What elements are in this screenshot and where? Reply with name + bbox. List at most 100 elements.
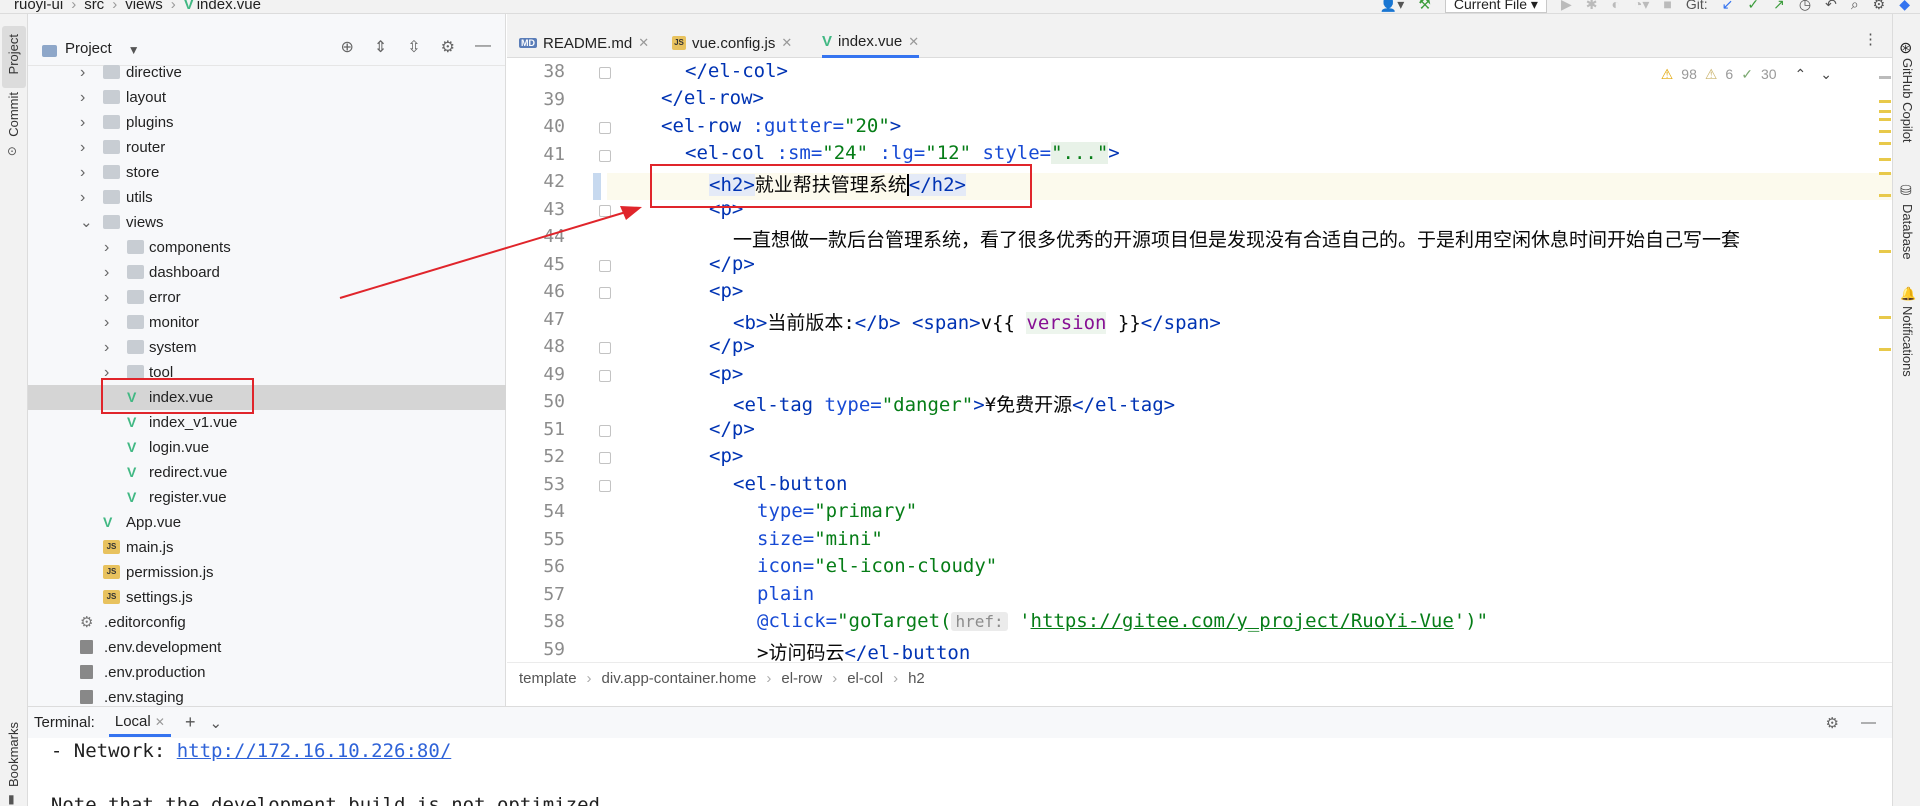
line-number[interactable]: 41 <box>521 144 565 165</box>
collapsed-region[interactable]: "..." <box>1051 142 1109 164</box>
tree-item[interactable]: › system <box>28 335 506 360</box>
notifications-tool-label[interactable]: Notifications <box>1900 306 1915 377</box>
tree-item[interactable]: Vindex_v1.vue <box>28 410 506 435</box>
line-number[interactable]: 59 <box>521 639 565 660</box>
tree-item[interactable]: › dashboard <box>28 260 506 285</box>
tree-item[interactable]: JS settings.js <box>28 585 506 610</box>
git-commit-icon[interactable]: ✓ <box>1747 0 1759 13</box>
options-gear-icon[interactable]: ⚙ <box>441 37 455 57</box>
add-terminal-icon[interactable]: + <box>185 712 196 733</box>
chevron-right-icon[interactable]: › <box>80 160 85 185</box>
chevron-right-icon[interactable]: › <box>80 85 85 110</box>
tree-item[interactable]: Vindex.vue <box>28 385 506 410</box>
breadcrumb-el-col[interactable]: el-col <box>847 670 883 687</box>
chevron-right-icon[interactable]: › <box>80 60 85 85</box>
profile-icon[interactable]: ◔▾ <box>1634 0 1649 13</box>
run-config-select[interactable]: Current File ▾ <box>1444 0 1547 13</box>
tab-readme[interactable]: MD README.md ✕ <box>519 28 649 58</box>
tree-item[interactable]: Vlogin.vue <box>28 435 506 460</box>
commit-tool-label[interactable]: Commit <box>6 92 21 137</box>
nav-crumb-project[interactable]: ruoyi-ui <box>14 0 63 13</box>
bookmark-icon[interactable]: ▮ <box>8 792 15 806</box>
fold-marker-icon[interactable] <box>599 342 611 354</box>
tree-item[interactable]: › router <box>28 135 506 160</box>
history-icon[interactable]: ◷ <box>1799 0 1811 13</box>
fold-marker-icon[interactable] <box>599 149 611 162</box>
fold-marker-icon[interactable] <box>599 67 611 79</box>
line-number[interactable]: 49 <box>521 364 565 385</box>
line-number[interactable]: 44 <box>521 226 565 247</box>
database-icon[interactable]: ⛁ <box>1900 182 1912 199</box>
chevron-down-icon[interactable]: ⌄ <box>80 210 93 235</box>
breadcrumb-div[interactable]: div.app-container.home <box>602 670 757 687</box>
terminal-link[interactable]: http://172.16.10.226:80/ <box>177 740 452 762</box>
fold-marker-icon[interactable] <box>599 287 611 299</box>
stop-icon[interactable]: ■ <box>1663 0 1671 12</box>
inspection-widget[interactable]: ⚠ 98 ⚠ 6 ✓ 30 ⌃ ⌄ <box>1661 66 1832 83</box>
hide-panel-icon[interactable]: — <box>1861 714 1876 732</box>
nav-crumb-views[interactable]: views <box>125 0 163 13</box>
close-icon[interactable]: ✕ <box>908 34 919 50</box>
close-icon[interactable]: ✕ <box>781 35 792 51</box>
tab-vue-config[interactable]: JS vue.config.js ✕ <box>672 28 792 58</box>
fold-marker-icon[interactable] <box>599 369 611 382</box>
chevron-right-icon[interactable]: › <box>80 135 85 160</box>
commit-icon[interactable]: ⊙ <box>7 144 17 158</box>
tree-item[interactable]: › components <box>28 235 506 260</box>
fold-marker-icon[interactable] <box>599 424 611 437</box>
user-icon[interactable]: 👤▾ <box>1380 0 1404 13</box>
tree-item[interactable]: .env.production <box>28 660 506 685</box>
coverage-icon[interactable]: ◐ <box>1611 0 1619 12</box>
terminal-tab-local[interactable]: Local ✕ <box>108 709 171 737</box>
copilot-tool-label[interactable]: GitHub Copilot <box>1900 58 1915 143</box>
fold-marker-icon[interactable] <box>599 204 611 217</box>
tree-item[interactable]: ⌄ views <box>28 210 506 235</box>
tree-item[interactable]: › layout <box>28 85 506 110</box>
line-number[interactable]: 50 <box>521 391 565 412</box>
project-panel-title[interactable]: Project <box>65 40 112 57</box>
chevron-right-icon[interactable]: › <box>80 185 85 210</box>
line-number[interactable]: 43 <box>521 199 565 220</box>
fold-marker-icon[interactable] <box>599 452 611 464</box>
tree-item[interactable]: › tool <box>28 360 506 385</box>
tree-item[interactable]: › plugins <box>28 110 506 135</box>
search-icon[interactable]: ⌕ <box>1851 0 1859 13</box>
code-link[interactable]: https://gitee.com/y_project/RuoYi-Vue <box>1031 610 1454 632</box>
nav-crumb-src[interactable]: src <box>84 0 104 13</box>
line-number[interactable]: 56 <box>521 556 565 577</box>
settings-gear-icon[interactable]: ⚙ <box>1873 0 1886 13</box>
breadcrumb-el-row[interactable]: el-row <box>781 670 822 687</box>
git-push-icon[interactable]: ↗ <box>1773 0 1785 13</box>
bell-icon[interactable]: 🔔 <box>1900 286 1916 302</box>
line-number[interactable]: 46 <box>521 281 565 302</box>
nav-crumb-file[interactable]: Vindex.vue <box>184 0 261 13</box>
line-number[interactable]: 58 <box>521 611 565 632</box>
tree-item[interactable]: › store <box>28 160 506 185</box>
rollback-icon[interactable]: ↶ <box>1825 0 1837 13</box>
tree-item[interactable]: › directive <box>28 60 506 85</box>
hide-panel-icon[interactable]: — <box>475 37 491 57</box>
fold-marker-icon[interactable] <box>599 122 611 134</box>
tree-item[interactable]: › monitor <box>28 310 506 335</box>
locate-target-icon[interactable]: ⊕ <box>340 37 353 57</box>
code-editor[interactable]: 38 39 40 41 42 43 44 45 46 47 48 49 50 51 52 53 54 55 56 57… <box>507 58 1892 664</box>
line-number[interactable]: 40 <box>521 116 565 137</box>
breadcrumb-template[interactable]: template <box>519 670 577 687</box>
line-number[interactable]: 57 <box>521 584 565 605</box>
debug-icon[interactable]: ✱ <box>1586 0 1598 13</box>
expand-all-icon[interactable]: ⇕ <box>374 37 387 57</box>
fold-marker-icon[interactable] <box>599 479 611 492</box>
chevron-right-icon[interactable]: › <box>104 335 109 360</box>
database-tool-label[interactable]: Database <box>1900 204 1915 260</box>
chevron-up-icon[interactable]: ⌃ <box>1795 66 1807 83</box>
run-icon[interactable]: ▶ <box>1561 0 1572 13</box>
chevron-right-icon[interactable]: › <box>104 285 109 310</box>
copilot-icon[interactable]: ⊛ <box>1899 38 1912 58</box>
chevron-right-icon[interactable]: › <box>104 260 109 285</box>
close-icon[interactable]: ✕ <box>155 715 165 729</box>
terminal-output[interactable]: - Network: http://172.16.10.226:80/ Note… <box>28 738 1892 806</box>
line-number[interactable]: 39 <box>521 89 565 110</box>
chevron-down-icon[interactable]: ▼ <box>128 43 140 57</box>
tree-item[interactable]: .env.development <box>28 635 506 660</box>
tree-item[interactable]: V App.vue <box>28 510 506 535</box>
